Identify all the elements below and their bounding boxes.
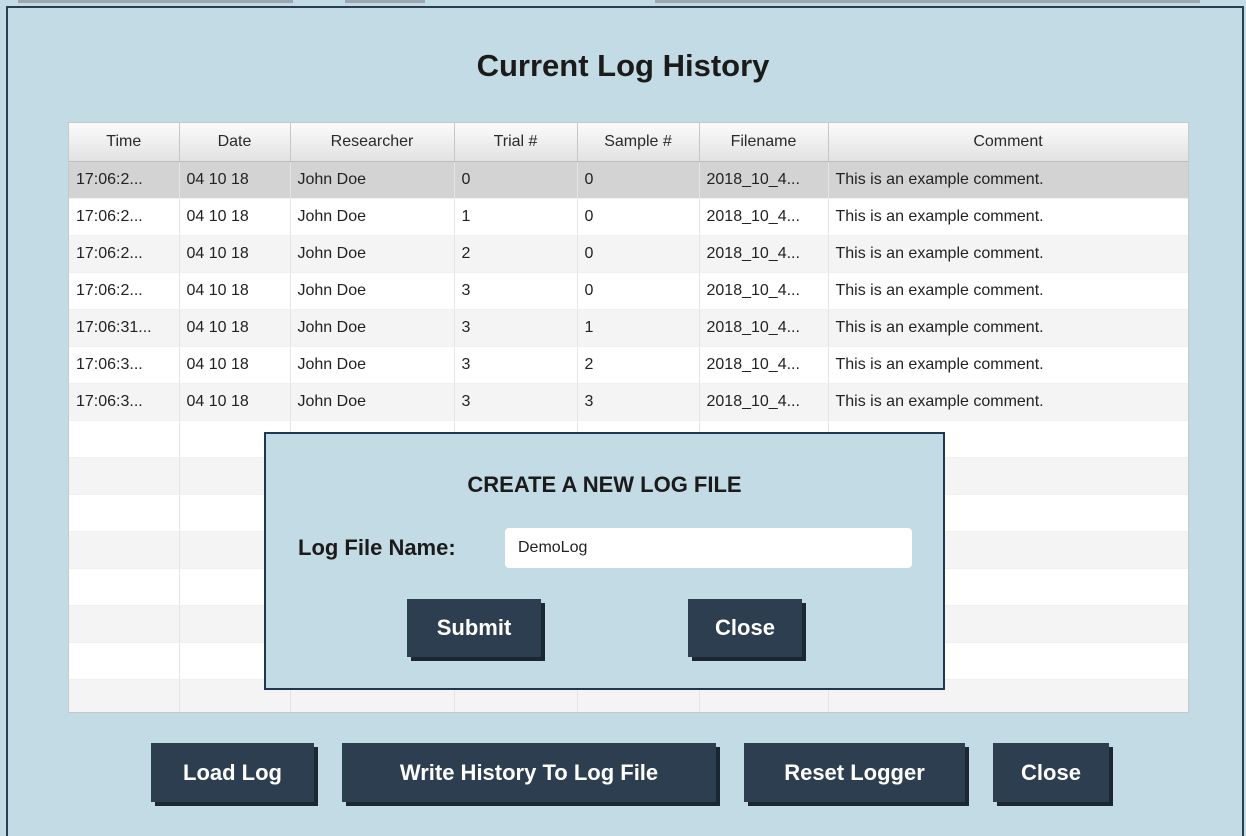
table-cell: 04 10 18: [179, 272, 291, 310]
table-row[interactable]: 17:06:2... 04 10 18 John Doe 3 0 2018_10_4...…: [69, 272, 1188, 310]
table-row[interactable]: 17:06:2... 04 10 18 John Doe 2 0 2018_10_4...…: [69, 235, 1188, 273]
column-header[interactable]: Filename: [699, 123, 829, 162]
table-cell: 0: [577, 272, 700, 310]
table-cell: This is an example comment.: [828, 161, 1188, 199]
table-cell: 3: [454, 309, 578, 347]
table-cell: This is an example comment.: [828, 272, 1188, 310]
table-cell: 04 10 18: [179, 161, 291, 199]
table-cell: 2018_10_4...: [699, 198, 829, 236]
cropped-content: [655, 0, 1200, 3]
dialog-title: CREATE A NEW LOG FILE: [467, 472, 742, 497]
log-file-name-label: Log File Name:: [298, 535, 456, 560]
table-cell: 04 10 18: [179, 198, 291, 236]
table-cell: 17:06:3...: [69, 383, 180, 421]
dialog-close-button[interactable]: Close: [688, 599, 802, 657]
table-cell: 17:06:2...: [69, 235, 180, 273]
create-log-dialog: CREATE A NEW LOG FILE Log File Name: Sub…: [264, 432, 945, 690]
table-cell: John Doe: [290, 161, 455, 199]
reset-logger-button[interactable]: Reset Logger: [744, 743, 965, 802]
cropped-content: [345, 0, 425, 3]
table-cell: 17:06:2...: [69, 161, 180, 199]
table-cell: 2018_10_4...: [699, 346, 829, 384]
table-cell: John Doe: [290, 383, 455, 421]
table-row[interactable]: 17:06:2... 04 10 18 John Doe 0 0 2018_10_4...…: [69, 161, 1188, 199]
table-cell: [69, 420, 180, 458]
table-cell: 3: [454, 383, 578, 421]
table-cell: 0: [454, 161, 578, 199]
footer-close-button[interactable]: Close: [993, 743, 1109, 802]
table-cell: 2018_10_4...: [699, 383, 829, 421]
table-cell: This is an example comment.: [828, 383, 1188, 421]
table-cell: [69, 494, 180, 532]
table-cell: 2018_10_4...: [699, 235, 829, 273]
table-cell: 1: [577, 309, 700, 347]
table-row[interactable]: 17:06:3... 04 10 18 John Doe 3 2 2018_10_4...…: [69, 346, 1188, 384]
column-header[interactable]: Time: [69, 123, 180, 162]
log-file-name-input[interactable]: [505, 528, 912, 568]
table-cell: John Doe: [290, 235, 455, 273]
table-cell: 17:06:3...: [69, 346, 180, 384]
load-log-button[interactable]: Load Log: [151, 743, 314, 802]
table-cell: John Doe: [290, 272, 455, 310]
table-cell: 3: [577, 383, 700, 421]
table-cell: 3: [454, 272, 578, 310]
table-cell: 3: [454, 346, 578, 384]
table-cell: [69, 457, 180, 495]
table-cell: 2018_10_4...: [699, 272, 829, 310]
table-cell: 1: [454, 198, 578, 236]
table-cell: [69, 605, 180, 643]
column-header[interactable]: Comment: [828, 123, 1188, 162]
table-cell: 2018_10_4...: [699, 309, 829, 347]
column-header[interactable]: Researcher: [290, 123, 455, 162]
write-history-button[interactable]: Write History To Log File: [342, 743, 716, 802]
table-cell: 17:06:2...: [69, 272, 180, 310]
table-header-row: Time Date Researcher Trial # Sample # Filenam…: [69, 123, 1188, 162]
table-cell: 17:06:31...: [69, 309, 180, 347]
cropped-content: [18, 0, 293, 3]
table-cell: [69, 568, 180, 606]
table-cell: [69, 642, 180, 680]
table-cell: This is an example comment.: [828, 198, 1188, 236]
column-header[interactable]: Date: [179, 123, 291, 162]
table-cell: 17:06:2...: [69, 198, 180, 236]
table-cell: This is an example comment.: [828, 346, 1188, 384]
table-cell: 04 10 18: [179, 383, 291, 421]
table-cell: 2: [577, 346, 700, 384]
page-title: Current Log History: [476, 48, 770, 83]
table-row[interactable]: 17:06:31... 04 10 18 John Doe 3 1 2018_10_4..…: [69, 309, 1188, 347]
table-cell: 04 10 18: [179, 235, 291, 273]
column-header[interactable]: Sample #: [577, 123, 700, 162]
table-cell: 0: [577, 235, 700, 273]
column-header[interactable]: Trial #: [454, 123, 578, 162]
table-row[interactable]: 17:06:3... 04 10 18 John Doe 3 3 2018_10_4...…: [69, 383, 1188, 421]
table-cell: 04 10 18: [179, 346, 291, 384]
table-cell: 04 10 18: [179, 309, 291, 347]
table-cell: John Doe: [290, 198, 455, 236]
table-cell: This is an example comment.: [828, 235, 1188, 273]
table-row[interactable]: 17:06:2... 04 10 18 John Doe 1 0 2018_10_4...…: [69, 198, 1188, 236]
table-cell: 0: [577, 198, 700, 236]
table-cell: John Doe: [290, 309, 455, 347]
submit-button[interactable]: Submit: [407, 599, 541, 657]
table-cell: 0: [577, 161, 700, 199]
table-cell: 2: [454, 235, 578, 273]
table-cell: This is an example comment.: [828, 309, 1188, 347]
table-cell: [69, 679, 180, 712]
table-cell: 2018_10_4...: [699, 161, 829, 199]
table-cell: [69, 531, 180, 569]
table-cell: John Doe: [290, 346, 455, 384]
